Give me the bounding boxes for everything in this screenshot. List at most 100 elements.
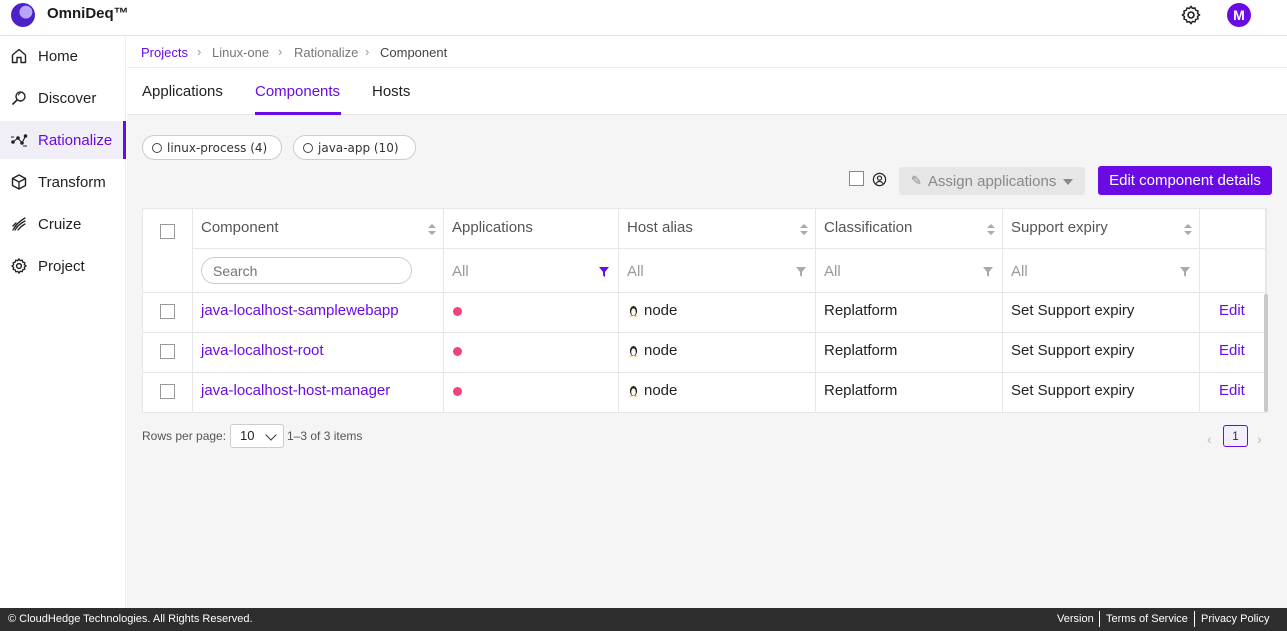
footer-link-terms[interactable]: Terms of Service [1106,613,1188,625]
filter-cell-classification[interactable]: All [816,249,1003,293]
linux-tux-icon [629,346,638,357]
table-cell-actions: Edit [1200,373,1266,413]
user-avatar[interactable]: M [1227,3,1251,27]
column-header-applications: Applications [444,209,619,249]
breadcrumb-rationalize[interactable]: Rationalize [294,45,358,60]
support-expiry-value[interactable]: Set Support expiry [1011,342,1134,359]
row-checkbox[interactable] [160,304,175,319]
assign-applications-button[interactable]: ✎ Assign applications [899,167,1085,195]
copyright-text: © CloudHedge Technologies. All Rights Re… [8,613,253,625]
table-cell-actions: Edit [1200,293,1266,333]
column-header-component[interactable]: Component [193,209,444,249]
edit-row-link[interactable]: Edit [1219,342,1245,359]
table-row-select-cell [143,333,193,373]
current-page-button[interactable]: 1 [1223,425,1248,447]
sidebar-item-discover[interactable]: Discover [0,79,126,117]
linux-tux-icon [629,306,638,317]
edit-component-details-button[interactable]: Edit component details [1098,166,1272,195]
edit-row-link[interactable]: Edit [1219,382,1245,399]
user-circle-icon[interactable] [872,172,887,187]
sidebar-item-rationalize[interactable]: Rationalize [0,121,126,159]
table-scrollbar[interactable] [1264,294,1268,412]
omnideq-logo[interactable] [11,3,35,27]
sort-icon[interactable] [428,224,436,236]
sidebar-item-project[interactable]: Project [0,247,126,285]
pencil-icon: ✎ [911,173,922,188]
tab-applications[interactable]: Applications [142,83,223,100]
table-row-select-cell [143,373,193,413]
footer-divider [1099,611,1100,627]
filter-cell-component [193,249,444,293]
cube-icon [11,174,27,190]
component-link[interactable]: java-localhost-host-manager [201,382,390,399]
toolbar-checkbox[interactable] [849,171,864,186]
table-cell-classification: Replatform [816,373,1003,413]
components-table: Component Applications Host alias Classi… [142,208,1268,413]
filter-value: All [824,263,841,280]
filter-cell-support-expiry[interactable]: All [1003,249,1200,293]
cruize-icon [12,217,26,231]
sort-icon[interactable] [1184,224,1192,236]
filter-value: All [1011,263,1028,280]
column-header-actions [1200,209,1266,249]
column-header-host-alias[interactable]: Host alias [619,209,816,249]
footer-link-version[interactable]: Version [1057,613,1094,625]
row-checkbox[interactable] [160,384,175,399]
host-alias-value: node [628,342,677,359]
radio-circle-icon [303,142,313,153]
support-expiry-value[interactable]: Set Support expiry [1011,302,1134,319]
table-cell-host-alias: node [619,333,816,373]
footer: © CloudHedge Technologies. All Rights Re… [0,608,1287,631]
breadcrumb-linux-one[interactable]: Linux-one [212,45,269,60]
rows-per-page-select[interactable]: 10 [230,424,284,448]
sidebar-item-label: Rationalize [38,131,113,149]
component-search-input[interactable] [201,257,412,284]
sidebar-item-transform[interactable]: Transform [0,163,126,201]
column-header-support-expiry[interactable]: Support expiry [1003,209,1200,249]
brand-name: OmniDeq™ [47,5,129,22]
filter-chip-linux-process[interactable]: linux-process (4) [142,135,282,160]
breadcrumb-separator: › [365,44,370,59]
host-alias-value: node [628,382,677,399]
column-header-classification[interactable]: Classification [816,209,1003,249]
sidebar-item-label: Project [38,257,85,275]
radio-circle-icon [152,142,162,153]
rows-per-page-label: Rows per page: [142,429,227,443]
top-bar: OmniDeq™ M [0,0,1287,36]
filter-value: All [452,263,469,280]
caret-down-icon [1063,179,1073,185]
filter-funnel-icon[interactable] [599,267,609,277]
filter-cell-actions [1200,249,1266,293]
filter-chip-java-app[interactable]: java-app (10) [293,135,416,160]
tab-hosts[interactable]: Hosts [372,83,410,100]
sort-icon[interactable] [800,224,808,236]
sidebar-item-cruize[interactable]: Cruize [0,205,126,243]
filter-cell-host-alias[interactable]: All [619,249,816,293]
breadcrumb-separator: › [197,44,202,59]
filter-value: All [627,263,644,280]
component-link[interactable]: java-localhost-root [201,342,324,359]
tab-components[interactable]: Components [255,83,340,100]
table-row-select-cell [143,293,193,333]
edit-row-link[interactable]: Edit [1219,302,1245,319]
table-cell-support-expiry: Set Support expiry [1003,293,1200,333]
row-checkbox[interactable] [160,344,175,359]
column-header-label: Classification [824,219,913,236]
filter-funnel-icon[interactable] [1180,267,1190,277]
sidebar-item-home[interactable]: Home [0,37,126,75]
settings-gear-icon[interactable] [1180,4,1202,26]
host-alias-value: node [628,302,677,319]
select-all-checkbox[interactable] [160,224,175,239]
column-header-label: Applications [452,219,533,236]
filter-cell-applications[interactable]: All [444,249,619,293]
prev-page-icon[interactable]: ‹ [1207,431,1212,447]
support-expiry-value[interactable]: Set Support expiry [1011,382,1134,399]
sort-icon[interactable] [987,224,995,236]
breadcrumb-projects[interactable]: Projects [141,45,188,60]
next-page-icon[interactable]: › [1257,431,1262,447]
component-link[interactable]: java-localhost-samplewebapp [201,302,399,319]
footer-link-privacy[interactable]: Privacy Policy [1201,613,1269,625]
filter-funnel-icon[interactable] [796,267,806,277]
table-cell-host-alias: node [619,293,816,333]
filter-funnel-icon[interactable] [983,267,993,277]
